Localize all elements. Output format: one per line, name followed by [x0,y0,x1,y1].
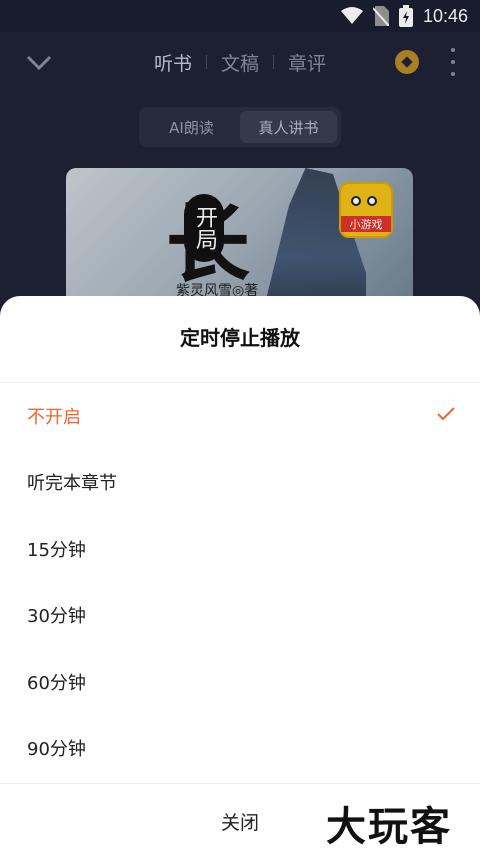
divider [0,783,480,784]
option-label: 90分钟 [27,739,86,760]
close-button[interactable]: 关闭 [140,796,340,846]
option-label: 听完本章节 [27,473,117,494]
timer-option-90min[interactable]: 90分钟 [0,715,480,781]
timer-option-60min[interactable]: 60分钟 [0,649,480,715]
sheet-title: 定时停止播放 [180,326,300,350]
option-label: 60分钟 [27,673,86,694]
option-label: 不开启 [27,407,81,428]
watermark-logo: 大玩客 [326,804,452,850]
timer-option-off[interactable]: 不开启 [0,383,480,449]
timer-option-end-of-chapter[interactable]: 听完本章节 [0,449,480,515]
option-label: 15分钟 [27,540,86,561]
option-label: 30分钟 [27,606,86,627]
sleep-timer-sheet: 定时停止播放 不开启 听完本章节 15分钟 30分钟 60分钟 90分钟 关闭 [0,296,480,853]
check-icon [437,407,455,421]
timer-option-30min[interactable]: 30分钟 [0,582,480,648]
timer-option-15min[interactable]: 15分钟 [0,516,480,582]
